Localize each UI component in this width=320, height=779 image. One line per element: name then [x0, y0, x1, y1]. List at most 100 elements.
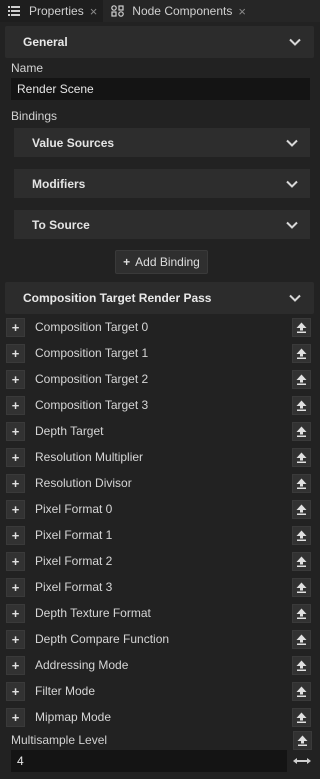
tab-bar: Properties × Node Components ×: [0, 0, 320, 22]
property-label: Resolution Multiplier: [35, 450, 144, 464]
property-row: + Composition Target 3: [5, 393, 314, 417]
pin-up-icon: [296, 712, 307, 723]
pin-up-icon: [296, 452, 307, 463]
property-label: Depth Target: [35, 424, 104, 438]
add-icon[interactable]: +: [6, 343, 25, 363]
pin-button[interactable]: [292, 577, 311, 597]
add-binding-button[interactable]: + Add Binding: [115, 250, 208, 274]
property-row: + Filter Mode: [5, 679, 314, 703]
plus-icon: +: [123, 255, 131, 269]
add-icon[interactable]: +: [6, 629, 25, 649]
binding-modifiers-label: Modifiers: [32, 176, 86, 191]
multisample-level-field[interactable]: 4: [11, 750, 287, 772]
pin-button[interactable]: [292, 525, 311, 545]
add-icon[interactable]: +: [6, 473, 25, 493]
pin-up-icon: [296, 478, 307, 489]
list-icon: [8, 6, 24, 16]
add-icon[interactable]: +: [6, 577, 25, 597]
pin-button[interactable]: [292, 369, 311, 389]
multisample-level-label: Multisample Level: [11, 733, 108, 747]
binding-value-sources-header[interactable]: Value Sources: [14, 128, 310, 157]
property-label: Composition Target 1: [35, 346, 149, 360]
binding-value-sources-label: Value Sources: [32, 135, 115, 150]
property-row: + Addressing Mode: [5, 653, 314, 677]
binding-modifiers-header[interactable]: Modifiers: [14, 169, 310, 198]
close-icon[interactable]: ×: [238, 5, 246, 18]
pin-button[interactable]: [292, 343, 311, 363]
property-label: Filter Mode: [35, 684, 96, 698]
property-row: + Depth Texture Format: [5, 601, 314, 625]
tab-properties-label: Properties: [29, 4, 84, 18]
name-label: Name: [11, 61, 44, 75]
close-icon[interactable]: ×: [90, 5, 98, 18]
section-general-header[interactable]: General: [5, 26, 314, 58]
property-row: + Composition Target 2: [5, 367, 314, 391]
property-label: Composition Target 0: [35, 320, 149, 334]
property-label: Composition Target 3: [35, 398, 149, 412]
add-icon[interactable]: +: [6, 395, 25, 415]
pin-up-icon: [296, 348, 307, 359]
drag-arrows-icon[interactable]: [292, 753, 312, 769]
pin-button[interactable]: [292, 603, 311, 623]
chevron-down-icon[interactable]: [288, 35, 302, 49]
pin-up-icon: [296, 400, 307, 411]
tab-properties[interactable]: Properties ×: [0, 0, 104, 22]
pin-button[interactable]: [292, 395, 311, 415]
pin-button[interactable]: [292, 473, 311, 493]
section-composition-header[interactable]: Composition Target Render Pass: [5, 282, 314, 314]
pin-up-icon: [296, 556, 307, 567]
pin-up-icon: [296, 634, 307, 645]
add-icon[interactable]: +: [6, 499, 25, 519]
add-icon[interactable]: +: [6, 681, 25, 701]
add-icon[interactable]: +: [6, 551, 25, 571]
pin-up-icon: [296, 660, 307, 671]
binding-to-source-header[interactable]: To Source: [14, 210, 310, 239]
property-label: Depth Texture Format: [35, 606, 151, 620]
property-label: Pixel Format 2: [35, 554, 113, 568]
property-row: + Resolution Divisor: [5, 471, 314, 495]
pin-button[interactable]: [292, 421, 311, 441]
tab-node-components[interactable]: Node Components ×: [103, 0, 252, 22]
bindings-label: Bindings: [11, 109, 58, 123]
pin-button[interactable]: [292, 629, 311, 649]
pin-button[interactable]: [292, 707, 311, 727]
property-label: Composition Target 2: [35, 372, 149, 386]
add-icon[interactable]: +: [6, 421, 25, 441]
chevron-down-icon[interactable]: [285, 218, 299, 232]
pin-button[interactable]: [292, 681, 311, 701]
pin-button[interactable]: [292, 655, 311, 675]
add-icon[interactable]: +: [6, 603, 25, 623]
property-row: + Composition Target 1: [5, 341, 314, 365]
pin-up-icon: [296, 426, 307, 437]
property-label: Addressing Mode: [35, 658, 129, 672]
add-icon[interactable]: +: [6, 525, 25, 545]
property-row: + Depth Target: [5, 419, 314, 443]
pin-button[interactable]: [292, 447, 311, 467]
chevron-down-icon[interactable]: [288, 291, 302, 305]
property-row: + Depth Compare Function: [5, 627, 314, 651]
add-icon[interactable]: +: [6, 655, 25, 675]
pin-up-icon: [297, 735, 308, 746]
chevron-down-icon[interactable]: [285, 136, 299, 150]
pin-button[interactable]: [292, 551, 311, 571]
node-components-icon: [111, 5, 127, 17]
add-icon[interactable]: +: [6, 317, 25, 337]
add-icon[interactable]: +: [6, 369, 25, 389]
property-row: + Pixel Format 1: [5, 523, 314, 547]
add-icon[interactable]: +: [6, 447, 25, 467]
property-row: + Pixel Format 2: [5, 549, 314, 573]
property-label: Pixel Format 1: [35, 528, 113, 542]
chevron-down-icon[interactable]: [285, 177, 299, 191]
property-row: + Pixel Format 0: [5, 497, 314, 521]
pin-up-icon: [296, 322, 307, 333]
name-field[interactable]: Render Scene: [11, 78, 310, 100]
pin-button[interactable]: [292, 317, 311, 337]
property-label: Mipmap Mode: [35, 710, 112, 724]
property-row: + Mipmap Mode: [5, 705, 314, 729]
add-icon[interactable]: +: [6, 707, 25, 727]
pin-button[interactable]: [292, 499, 311, 519]
property-row: + Pixel Format 3: [5, 575, 314, 599]
pin-button[interactable]: [293, 731, 312, 750]
binding-to-source-label: To Source: [32, 217, 90, 232]
pin-up-icon: [296, 608, 307, 619]
